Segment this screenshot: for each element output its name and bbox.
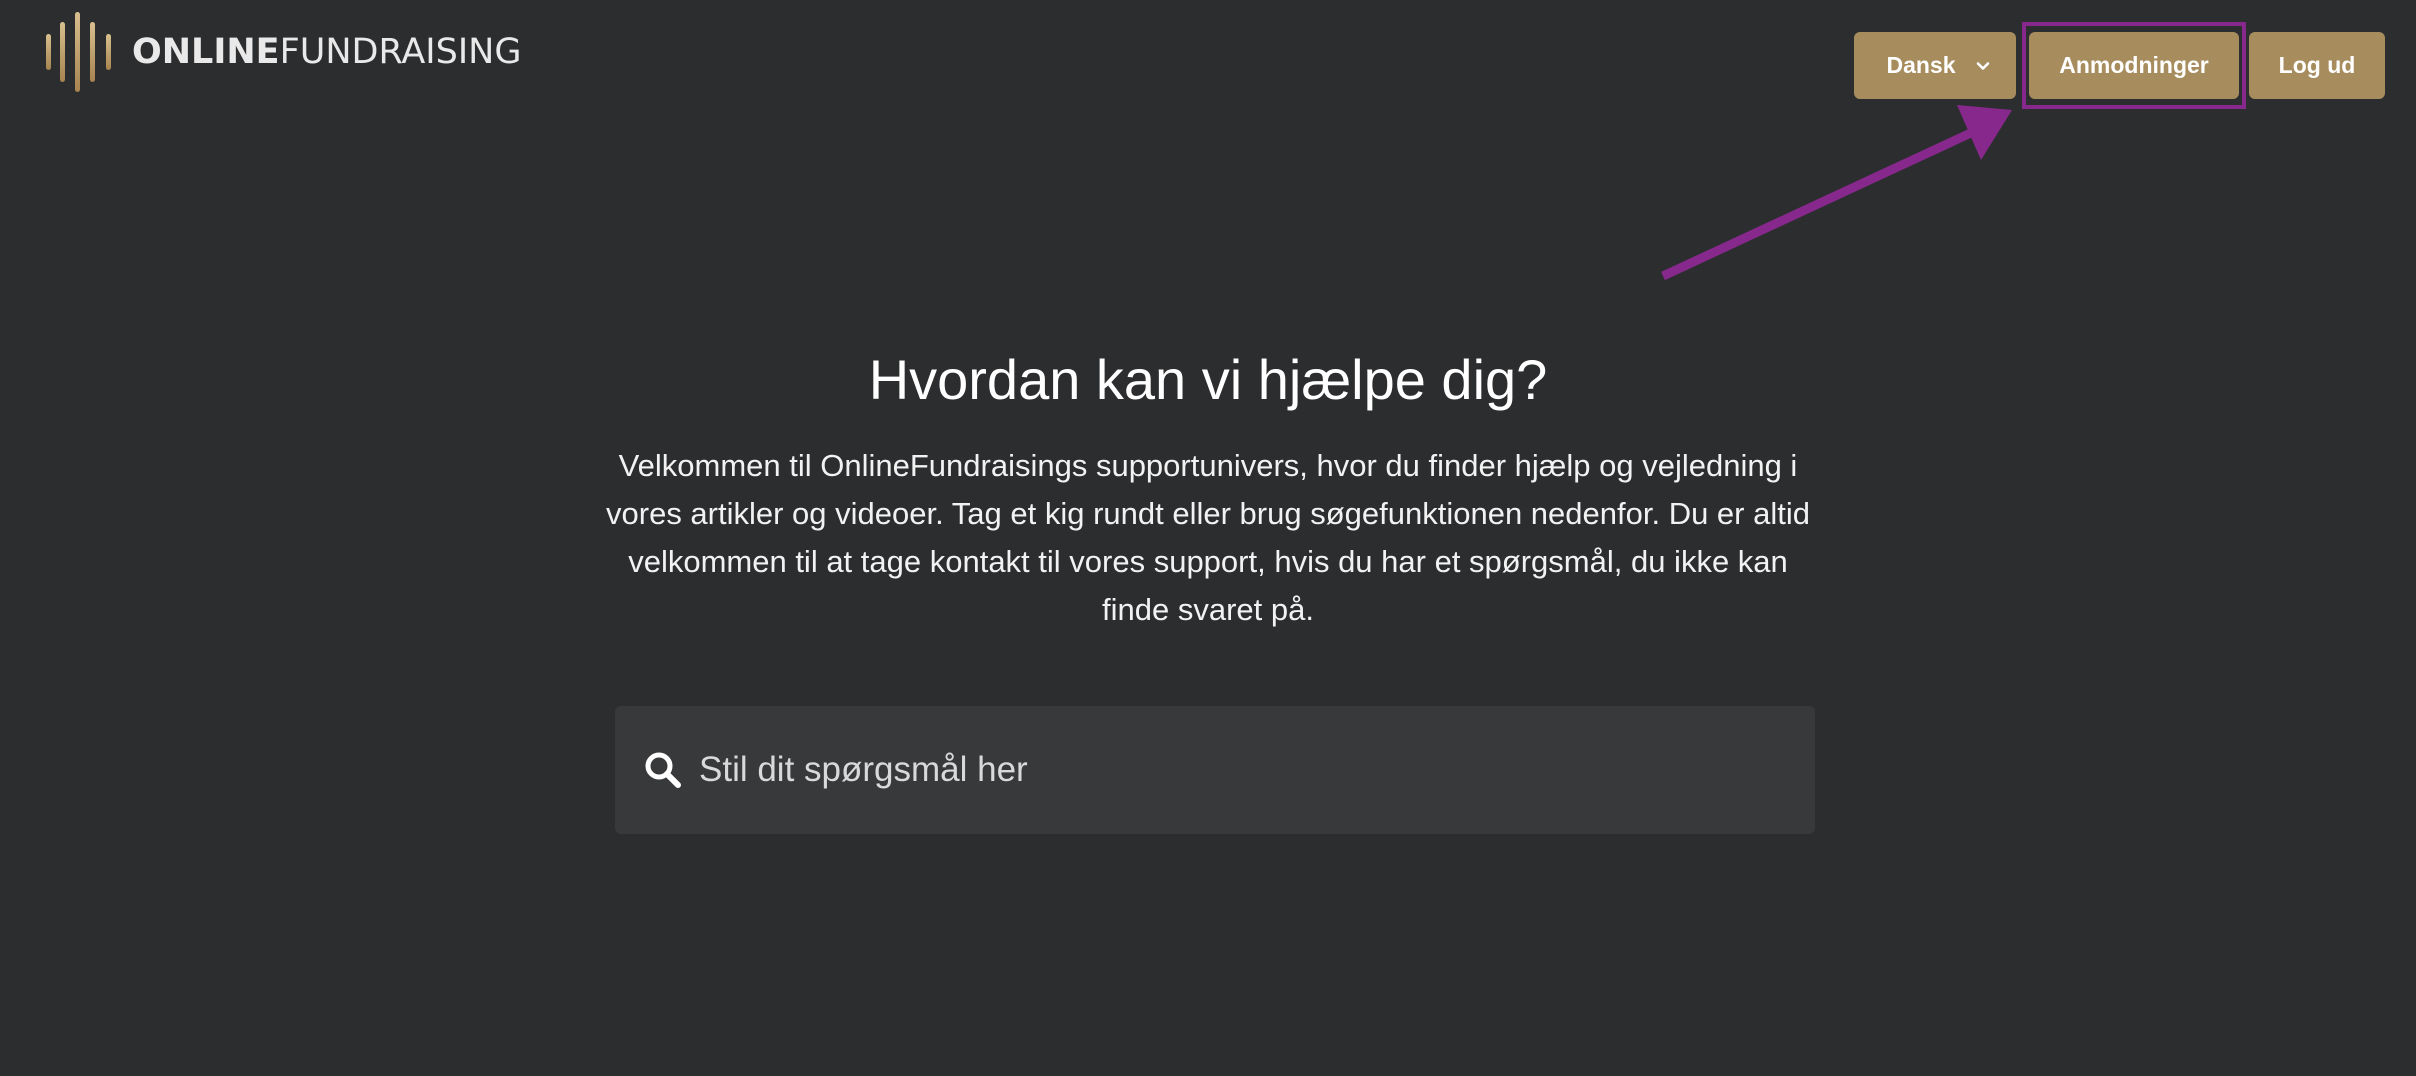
arrow-annotation-icon (1661, 105, 2012, 281)
welcome-description: Velkommen til OnlineFundraisings support… (606, 448, 1810, 627)
brand-logo[interactable]: ONLINEFUNDRAISING (44, 12, 521, 92)
brand-name-bold: ONLINE (132, 31, 280, 72)
brand-wordmark: ONLINEFUNDRAISING (132, 31, 522, 72)
language-label: Dansk (1886, 52, 1956, 78)
search-input[interactable] (697, 729, 1815, 811)
chevron-down-icon (1976, 61, 1989, 70)
language-dropdown-button[interactable]: Dansk (1854, 32, 2016, 99)
hero-section: Hvordan kan vi hjælpe dig? Velkommen til… (0, 340, 2416, 634)
search-box[interactable] (615, 706, 1815, 834)
search-icon[interactable] (643, 750, 683, 790)
header-nav: Dansk Anmodninger Log ud (1854, 22, 2385, 109)
brand-name-light: FUNDRAISING (279, 31, 522, 72)
requests-highlight-box: Anmodninger (2022, 22, 2246, 109)
help-center-page: ONLINEFUNDRAISING Dansk Anmodninger Log … (0, 0, 2416, 1076)
vertical-bars-logo-icon (46, 12, 111, 92)
logout-button[interactable]: Log ud (2249, 32, 2385, 99)
requests-button[interactable]: Anmodninger (2029, 32, 2239, 99)
page-title: Hvordan kan vi hjælpe dig? (868, 348, 1548, 411)
